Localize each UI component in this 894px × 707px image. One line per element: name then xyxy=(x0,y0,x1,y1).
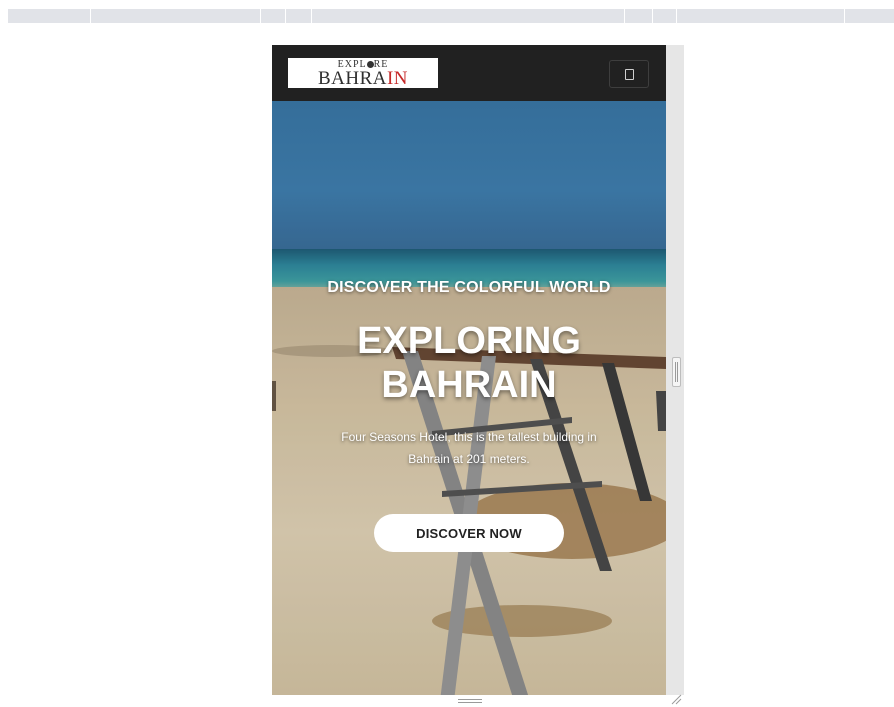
ruler-tick xyxy=(844,9,845,23)
ruler-tick xyxy=(676,9,677,23)
site-logo[interactable]: EXPL RE BAHRAIN xyxy=(288,58,438,88)
ruler-tick xyxy=(260,9,261,23)
hamburger-menu-icon xyxy=(625,69,634,80)
hero-title-line-1: EXPLORING xyxy=(357,320,581,362)
ruler-tick xyxy=(285,9,286,23)
resize-handle-right[interactable] xyxy=(672,357,681,387)
hero-title: EXPLORING BAHRAIN xyxy=(272,319,666,407)
discover-now-button[interactable]: DISCOVER NOW xyxy=(374,514,564,552)
menu-toggle-button[interactable] xyxy=(609,60,649,88)
ruler-tick xyxy=(311,9,312,23)
hero-description: Four Seasons Hotel, this is the tallest … xyxy=(341,430,597,466)
hero-title-line-2: BAHRAIN xyxy=(381,364,557,406)
navbar: EXPL RE BAHRAIN xyxy=(272,45,666,101)
page-viewport: EXPL RE BAHRAIN DISCOVER THE COLORFUL WO… xyxy=(272,45,666,695)
hero-subtitle: DISCOVER THE COLORFUL WORLD xyxy=(327,279,611,296)
hero-content: DISCOVER THE COLORFUL WORLD EXPLORING BA… xyxy=(272,101,666,695)
ruler-tick xyxy=(652,9,653,23)
resize-corner-grip-icon[interactable] xyxy=(670,693,682,705)
resize-handle-bottom[interactable] xyxy=(458,699,482,705)
responsive-device-frame: EXPL RE BAHRAIN DISCOVER THE COLORFUL WO… xyxy=(272,45,684,705)
ruler-tick xyxy=(624,9,625,23)
devtools-ruler xyxy=(8,9,894,23)
ruler-tick xyxy=(90,9,91,23)
logo-line-bottom: BAHRAIN xyxy=(317,68,409,89)
